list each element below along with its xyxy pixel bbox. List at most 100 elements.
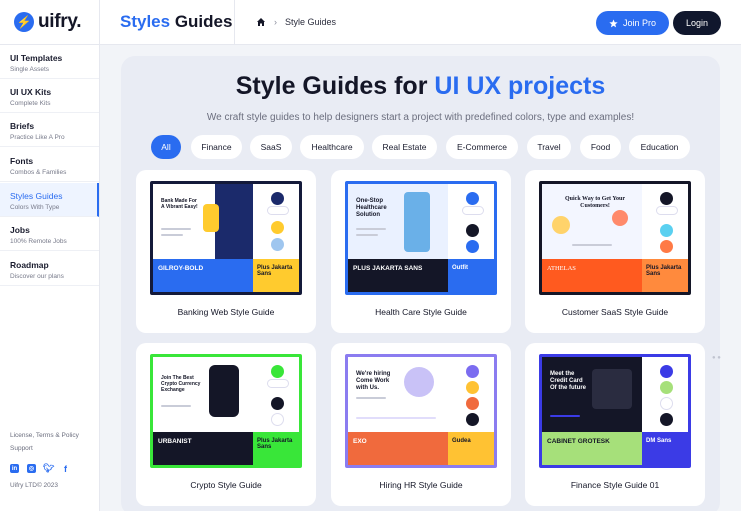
color-swatch [660, 397, 673, 410]
card-title: Crypto Style Guide [190, 480, 262, 490]
style-guide-card[interactable]: Meet the Credit Card Of the future CABIN… [525, 343, 705, 506]
breadcrumb-current[interactable]: Style Guides [285, 17, 336, 27]
dashboard-image [592, 369, 632, 409]
join-pro-button[interactable]: Join Pro [596, 11, 669, 35]
filter-chip-education[interactable]: Education [629, 135, 690, 159]
thumbnail-line [356, 228, 386, 230]
filter-chip-saas[interactable]: SaaS [250, 135, 292, 159]
hero-title-prefix: Style Guides for [235, 72, 428, 100]
button-sample [462, 206, 484, 215]
sidebar-item-roadmap[interactable]: Roadmap Discover our plans [0, 252, 99, 286]
color-swatch [466, 413, 479, 426]
style-guide-card[interactable]: One-Stop Healthcare Solution PLUS JAKART… [331, 170, 511, 333]
star-icon [609, 18, 618, 27]
card-thumbnail: We're hiring Come Work with Us. EXO Gude… [345, 354, 497, 468]
color-swatch [271, 397, 284, 410]
sidebar-item-title: UI UX Kits [10, 87, 52, 97]
filter-chip-e-commerce[interactable]: E-Commerce [446, 135, 518, 159]
home-icon[interactable] [256, 17, 266, 27]
logo-text: uifry. [38, 11, 82, 32]
sidebar-item-briefs[interactable]: Briefs Practice Like A Pro [0, 113, 99, 147]
color-swatch [660, 192, 673, 205]
color-swatches [448, 357, 494, 432]
sidebar-item-ui-ux-kits[interactable]: UI UX Kits Complete Kits [0, 79, 99, 113]
thumbnail-page: Join The Best Crypto Currency Exchange [153, 357, 253, 432]
color-swatch [271, 413, 284, 426]
support-link[interactable]: Support [10, 445, 33, 452]
card-thumbnail: Quick Way to Get Your Customers! ATHELAS… [539, 181, 691, 295]
logo[interactable]: ⚡ uifry. [14, 11, 82, 33]
thumbnail-page: Quick Way to Get Your Customers! [542, 184, 642, 259]
style-guide-card[interactable]: We're hiring Come Work with Us. EXO Gude… [331, 343, 511, 506]
color-swatch [466, 240, 479, 253]
thumbnail-headline: We're hiring Come Work with Us. [356, 371, 391, 391]
scroll-indicator: ● ● [712, 355, 721, 361]
style-guide-card[interactable]: Quick Way to Get Your Customers! ATHELAS… [525, 170, 705, 333]
login-button[interactable]: Login [673, 11, 721, 35]
sidebar-item-title: Briefs [10, 121, 35, 131]
phone-image [209, 365, 239, 417]
copyright: Uifry LTD© 2023 [10, 482, 59, 489]
filter-chip-healthcare[interactable]: Healthcare [300, 135, 364, 159]
color-swatch [271, 238, 284, 251]
sidebar-item-jobs[interactable]: Jobs 100% Remote Jobs [0, 217, 99, 251]
instagram-icon[interactable]: ◎ [27, 464, 36, 473]
filter-chip-all[interactable]: All [151, 135, 181, 159]
thumbnail-headline: Bank Made For A Vibrant Easy! [161, 198, 198, 210]
sidebar-item-subtitle: Single Assets [10, 66, 50, 73]
logo-bolt-icon: ⚡ [14, 12, 34, 32]
sidebar-item-subtitle: Combos & Families [10, 169, 67, 176]
thumbnail-page: Meet the Credit Card Of the future [542, 357, 642, 432]
sidebar-item-title: Styles Guides [10, 191, 63, 201]
thumbnail-line [161, 228, 191, 230]
facebook-icon[interactable]: f [61, 464, 70, 474]
social-links: in ◎ 🐦︎ f [10, 463, 70, 474]
thumbnail-line [161, 234, 183, 236]
card-title: Banking Web Style Guide [177, 307, 275, 317]
color-swatch [466, 192, 479, 205]
color-swatch [660, 224, 673, 237]
color-swatch [660, 365, 673, 378]
breadcrumb: › Style Guides [256, 17, 336, 27]
sidebar-item-subtitle: Complete Kits [10, 100, 51, 107]
thumbnail-chart [203, 204, 219, 232]
avatar [612, 210, 628, 226]
font-sample-secondary: Outfit [448, 259, 494, 292]
font-sample-secondary: Gudea [448, 432, 494, 465]
button-sample [267, 206, 289, 215]
color-swatches [253, 357, 299, 432]
sidebar: UI Templates Single Assets UI UX Kits Co… [0, 45, 100, 511]
license-terms-link[interactable]: License, Terms & Policy [10, 432, 79, 439]
card-title: Hiring HR Style Guide [379, 480, 463, 490]
thumbnail-line [356, 397, 386, 399]
style-guide-card[interactable]: Join The Best Crypto Currency Exchange U… [136, 343, 316, 506]
style-guide-card[interactable]: Bank Made For A Vibrant Easy! GILROY-BOL… [136, 170, 316, 333]
top-header: ⚡ uifry. Styles Guides › Style Guides Jo… [0, 0, 741, 45]
sidebar-item-subtitle: Practice Like A Pro [10, 134, 65, 141]
color-swatch [271, 192, 284, 205]
color-swatch [660, 413, 673, 426]
card-thumbnail: One-Stop Healthcare Solution PLUS JAKART… [345, 181, 497, 295]
sidebar-item-styles-guides[interactable]: Styles Guides Colors With Type [0, 183, 99, 217]
sidebar-item-ui-templates[interactable]: UI Templates Single Assets [0, 45, 99, 79]
hero-title-accent: UI UX projects [434, 72, 606, 100]
doctor-image [404, 192, 430, 252]
button-sample [656, 206, 678, 215]
thumbnail-line [550, 415, 580, 417]
avatar [552, 216, 570, 234]
filter-chip-travel[interactable]: Travel [527, 135, 571, 159]
thumbnail-headline: One-Stop Healthcare Solution [356, 198, 387, 218]
filter-chip-finance[interactable]: Finance [191, 135, 242, 159]
filter-chip-food[interactable]: Food [580, 135, 621, 159]
font-sample-primary: URBANIST [153, 432, 253, 465]
card-thumbnail: Meet the Credit Card Of the future CABIN… [539, 354, 691, 468]
sidebar-item-subtitle: 100% Remote Jobs [10, 238, 67, 245]
sidebar-item-title: Fonts [10, 156, 34, 166]
color-swatch [660, 240, 673, 253]
filter-chip-real-estate[interactable]: Real Estate [372, 135, 437, 159]
header-divider [234, 0, 235, 45]
linkedin-icon[interactable]: in [10, 464, 19, 473]
sidebar-item-fonts[interactable]: Fonts Combos & Families [0, 148, 99, 182]
twitter-icon[interactable]: 🐦︎ [43, 463, 54, 473]
page-title-part2: Guides [174, 12, 233, 31]
